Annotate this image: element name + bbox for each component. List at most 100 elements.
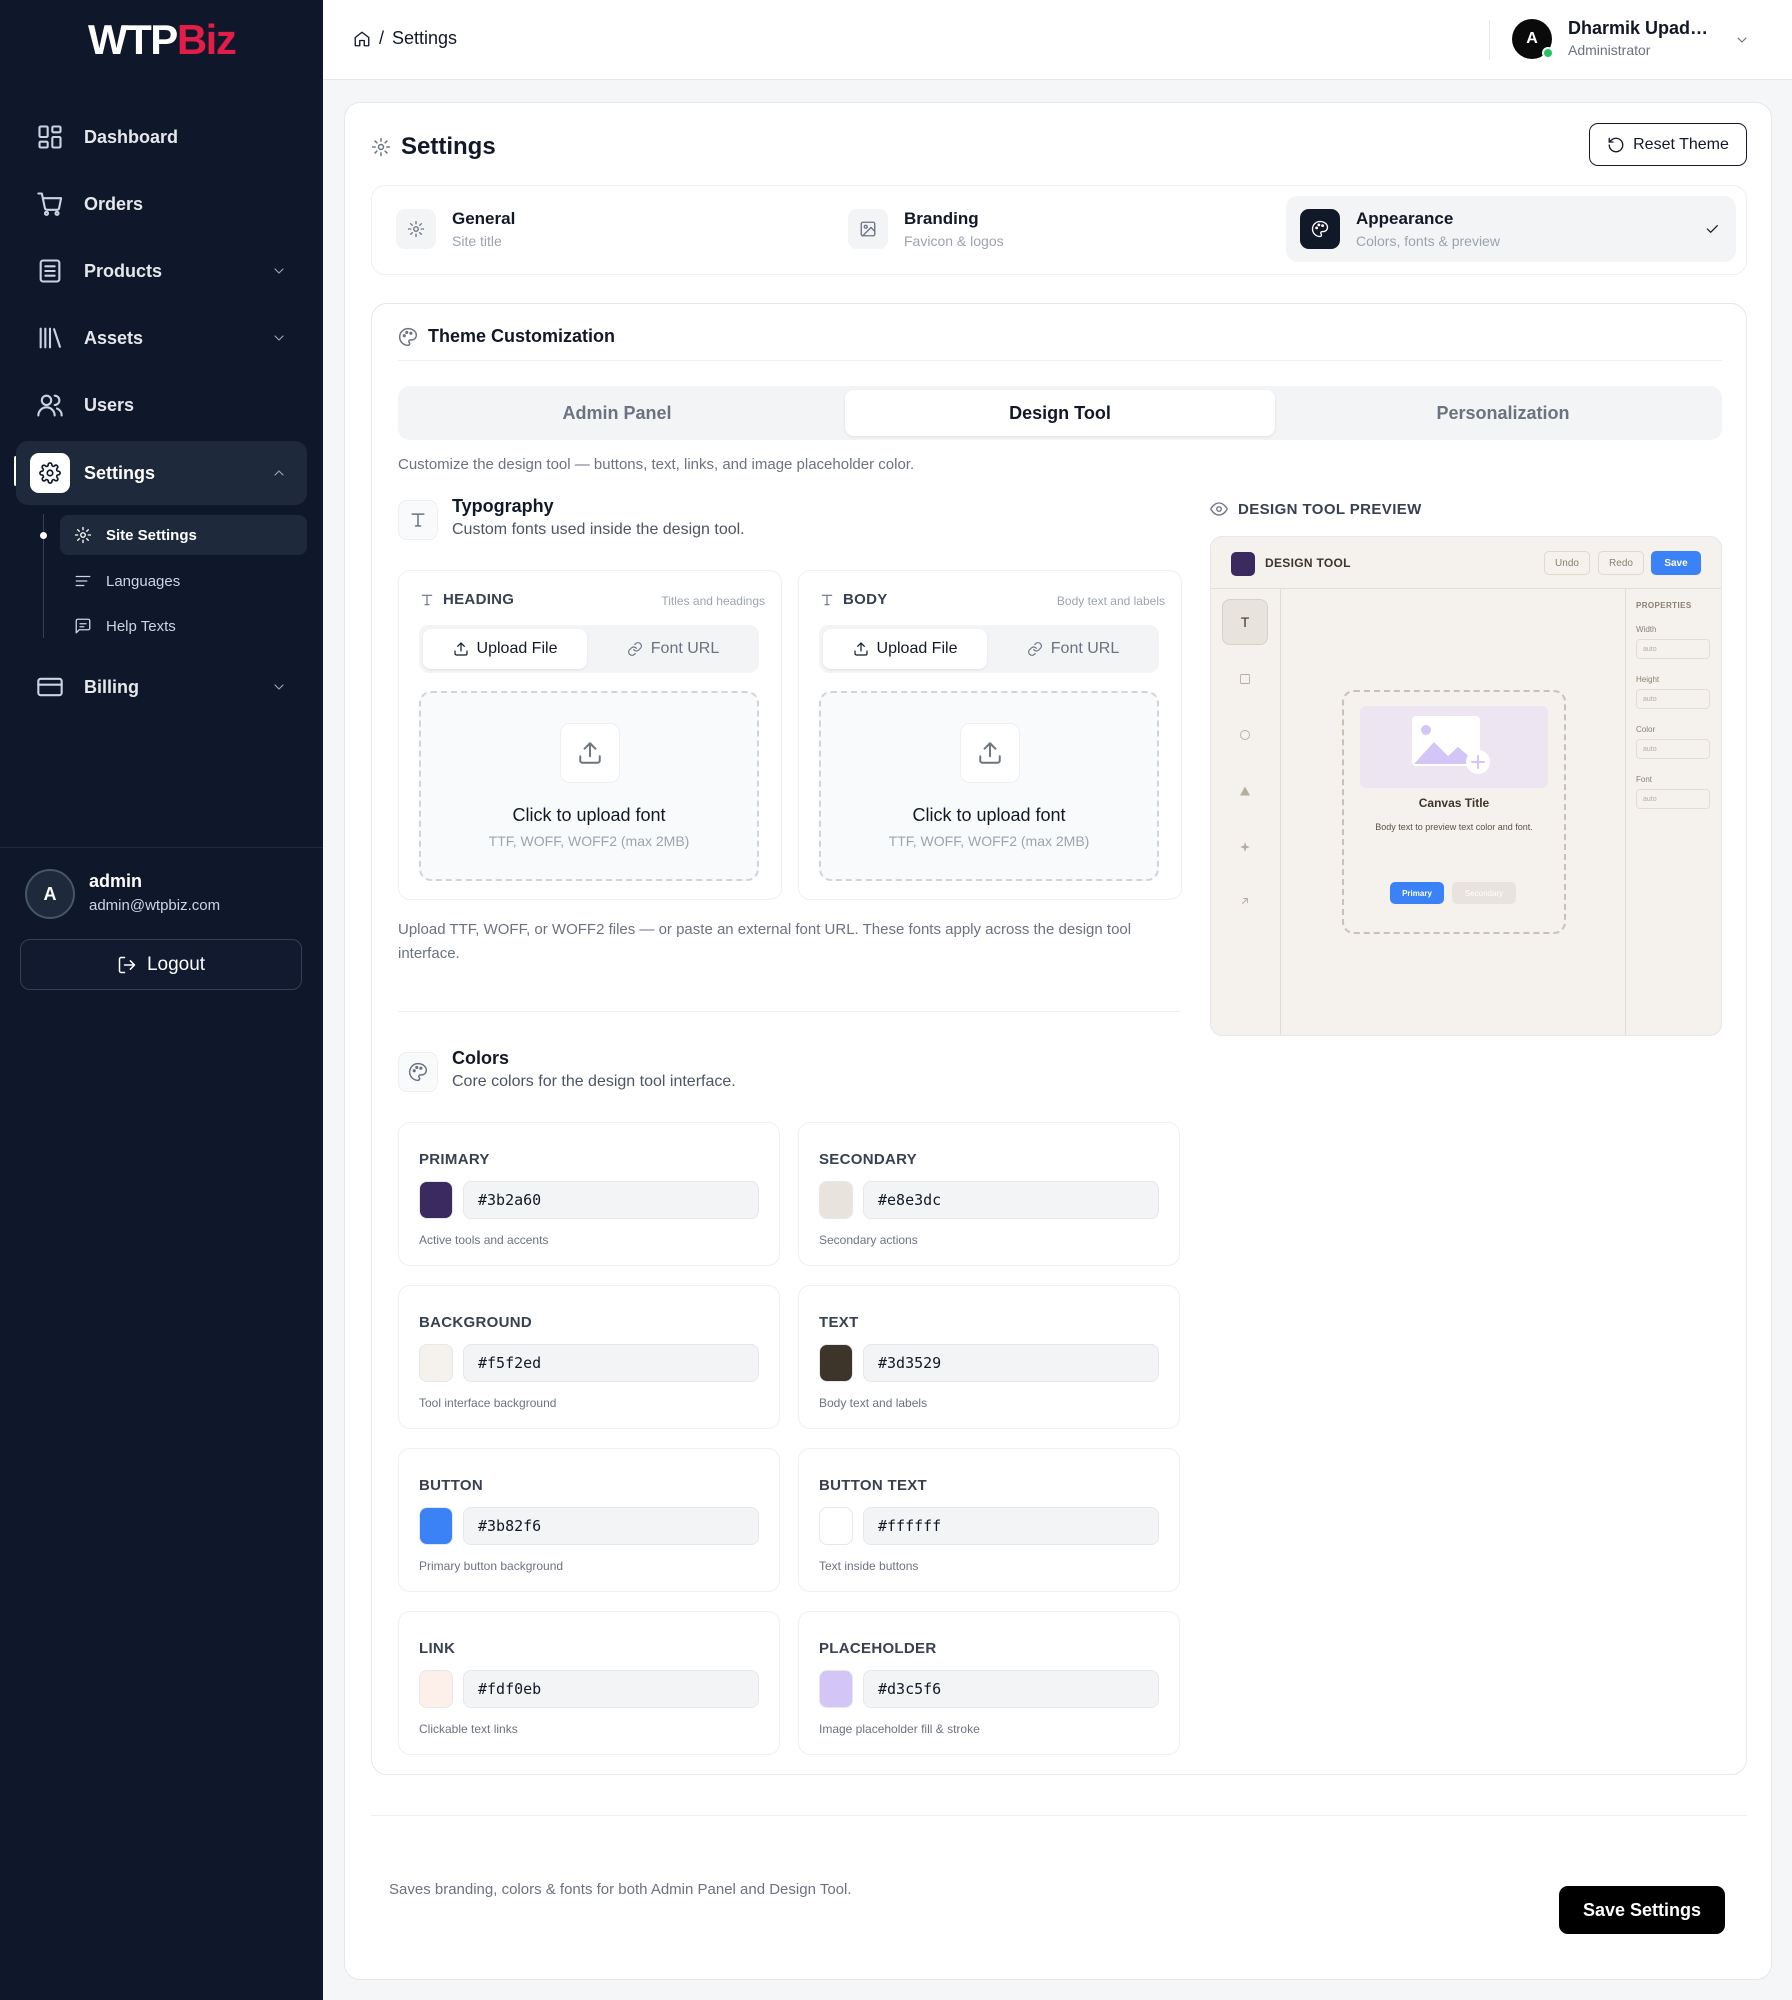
color-hex-input[interactable]: #3b82f6 — [463, 1507, 759, 1545]
preview-prop-label: Color — [1636, 725, 1656, 734]
subnav-label: Site Settings — [106, 526, 197, 544]
font-url-button[interactable]: Font URL — [591, 629, 755, 669]
logout-icon — [117, 955, 137, 975]
tab-admin-panel[interactable]: Admin Panel — [402, 390, 832, 436]
home-icon[interactable] — [353, 30, 371, 48]
tab-design-tool[interactable]: Design Tool — [845, 390, 1275, 436]
nav-item-dashboard[interactable]: Dashboard — [16, 110, 307, 164]
color-card-background: BACKGROUND #f5f2ed Tool interface backgrou… — [398, 1285, 780, 1429]
preview-prop-label: Width — [1636, 625, 1657, 634]
sidebar-user-name: admin — [89, 871, 143, 891]
nav-label: Orders — [84, 193, 144, 214]
type-icon — [398, 500, 438, 540]
color-swatch[interactable] — [819, 1181, 853, 1219]
color-description: Active tools and accents — [419, 1233, 549, 1247]
message-icon — [74, 617, 92, 635]
nav-item-settings[interactable]: Settings — [16, 441, 307, 505]
nav-item-products[interactable]: Products — [16, 244, 307, 298]
settings-steps: General Site title Branding Favicon & logo… — [371, 185, 1747, 275]
sidebar-divider — [0, 847, 323, 848]
color-label: LINK — [419, 1640, 456, 1657]
step-subtitle: Colors, fonts & preview — [1356, 233, 1500, 249]
gear-icon — [30, 453, 70, 493]
preview-properties-title: PROPERTIES — [1636, 601, 1692, 610]
step-appearance[interactable]: Appearance Colors, fonts & preview — [1286, 196, 1736, 262]
user-name[interactable]: Dharmik Upadhyay — [1568, 18, 1718, 39]
logo[interactable]: WTPBiz — [88, 16, 237, 64]
color-label: PLACEHOLDER — [819, 1640, 937, 1657]
topbar: / Settings A Dharmik Upadhyay Administra… — [323, 0, 1792, 80]
color-hex-input[interactable]: #3b2a60 — [463, 1181, 759, 1219]
logout-button[interactable]: Logout — [20, 939, 302, 990]
font-box-hint: Body text and labels — [1056, 594, 1165, 608]
preview-canvas-body: Body text to preview text color and font… — [1375, 822, 1533, 832]
upload-icon — [560, 723, 620, 783]
upload-file-button[interactable]: Upload File — [423, 629, 587, 669]
typography-title: Typography — [452, 496, 554, 516]
font-box-title: HEADING — [419, 591, 514, 608]
subnav-item-languages[interactable]: Languages — [60, 561, 307, 601]
divider — [398, 360, 1722, 361]
nav-item-orders[interactable]: Orders — [16, 177, 307, 231]
chevron-down-icon — [271, 330, 287, 346]
color-swatch[interactable] — [419, 1181, 453, 1219]
reset-theme-button[interactable]: Reset Theme — [1589, 123, 1747, 166]
preview-undo-button: Undo — [1544, 551, 1590, 575]
chevron-down-icon[interactable] — [1734, 32, 1750, 48]
color-label: TEXT — [819, 1314, 859, 1331]
color-swatch[interactable] — [419, 1670, 453, 1708]
cart-icon — [36, 190, 64, 218]
color-hex-input[interactable]: #f5f2ed — [463, 1344, 759, 1382]
font-dropzone[interactable]: Click to upload font TTF, WOFF, WOFF2 (m… — [419, 691, 759, 881]
step-title: Branding — [904, 209, 979, 228]
nav-item-users[interactable]: Users — [16, 378, 307, 432]
color-hex-input[interactable]: #e8e3dc — [863, 1181, 1159, 1219]
chevron-down-icon — [271, 263, 287, 279]
color-swatch[interactable] — [819, 1507, 853, 1545]
preview-brand-square — [1231, 552, 1255, 576]
step-general[interactable]: General Site title — [382, 196, 832, 262]
preview-label-text: DESIGN TOOL PREVIEW — [1238, 500, 1422, 518]
preview-toolbar: DESIGN TOOL Undo Redo Save — [1211, 537, 1721, 589]
settings-card: Settings Reset Theme General Site title B… — [344, 102, 1772, 1980]
nav-item-assets[interactable]: Assets — [16, 311, 307, 365]
color-swatch[interactable] — [419, 1344, 453, 1382]
color-description: Primary button background — [419, 1559, 564, 1573]
preview-title: DESIGN TOOL — [1265, 556, 1351, 570]
subnav-item-help-texts[interactable]: Help Texts — [60, 606, 307, 646]
upload-icon — [453, 641, 469, 657]
color-hex-input[interactable]: #fdf0eb — [463, 1670, 759, 1708]
font-url-label: Font URL — [1050, 640, 1120, 657]
theme-header: Theme Customization — [398, 326, 615, 347]
color-swatch[interactable] — [819, 1344, 853, 1382]
color-swatch[interactable] — [819, 1670, 853, 1708]
step-branding[interactable]: Branding Favicon & logos — [834, 196, 1284, 262]
colors-subtitle: Core colors for the design tool interfac… — [452, 1073, 736, 1090]
body-font-box: BODY Body text and labels Upload File Fo… — [798, 570, 1182, 900]
design-tool-preview: DESIGN TOOL Undo Redo Save T PROPERTIES … — [1210, 536, 1722, 1036]
dashboard-icon — [36, 123, 64, 151]
font-url-button[interactable]: Font URL — [991, 629, 1155, 669]
subnav-label: Help Texts — [106, 617, 176, 635]
gear-icon — [396, 209, 436, 249]
font-dropzone[interactable]: Click to upload font TTF, WOFF, WOFF2 (m… — [819, 691, 1159, 881]
type-icon — [819, 592, 835, 608]
save-settings-button[interactable]: Save Settings — [1559, 1886, 1725, 1934]
color-hex-input[interactable]: #3d3529 — [863, 1344, 1159, 1382]
typography-subtitle: Custom fonts used inside the design tool… — [452, 521, 745, 538]
font-url-label: Font URL — [650, 640, 720, 657]
font-box-hint: Titles and headings — [661, 594, 765, 608]
nav-label: Settings — [84, 462, 156, 483]
color-swatch[interactable] — [419, 1507, 453, 1545]
font-source-toggle: Upload File Font URL — [819, 625, 1159, 673]
font-source-toggle: Upload File Font URL — [419, 625, 759, 673]
preview-canvas: Canvas Title Body text to preview text c… — [1342, 690, 1566, 934]
tab-personalization[interactable]: Personalization — [1288, 390, 1718, 436]
upload-file-button[interactable]: Upload File — [823, 629, 987, 669]
color-hex-input[interactable]: #d3c5f6 — [863, 1670, 1159, 1708]
subnav-item-site-settings[interactable]: Site Settings — [60, 515, 307, 555]
nav-item-billing[interactable]: Billing — [16, 660, 307, 714]
color-hex-input[interactable]: #ffffff — [863, 1507, 1159, 1545]
nav-label: Billing — [84, 676, 139, 697]
font-note: Upload TTF, WOFF, or WOFF2 files — or pa… — [398, 921, 1132, 962]
